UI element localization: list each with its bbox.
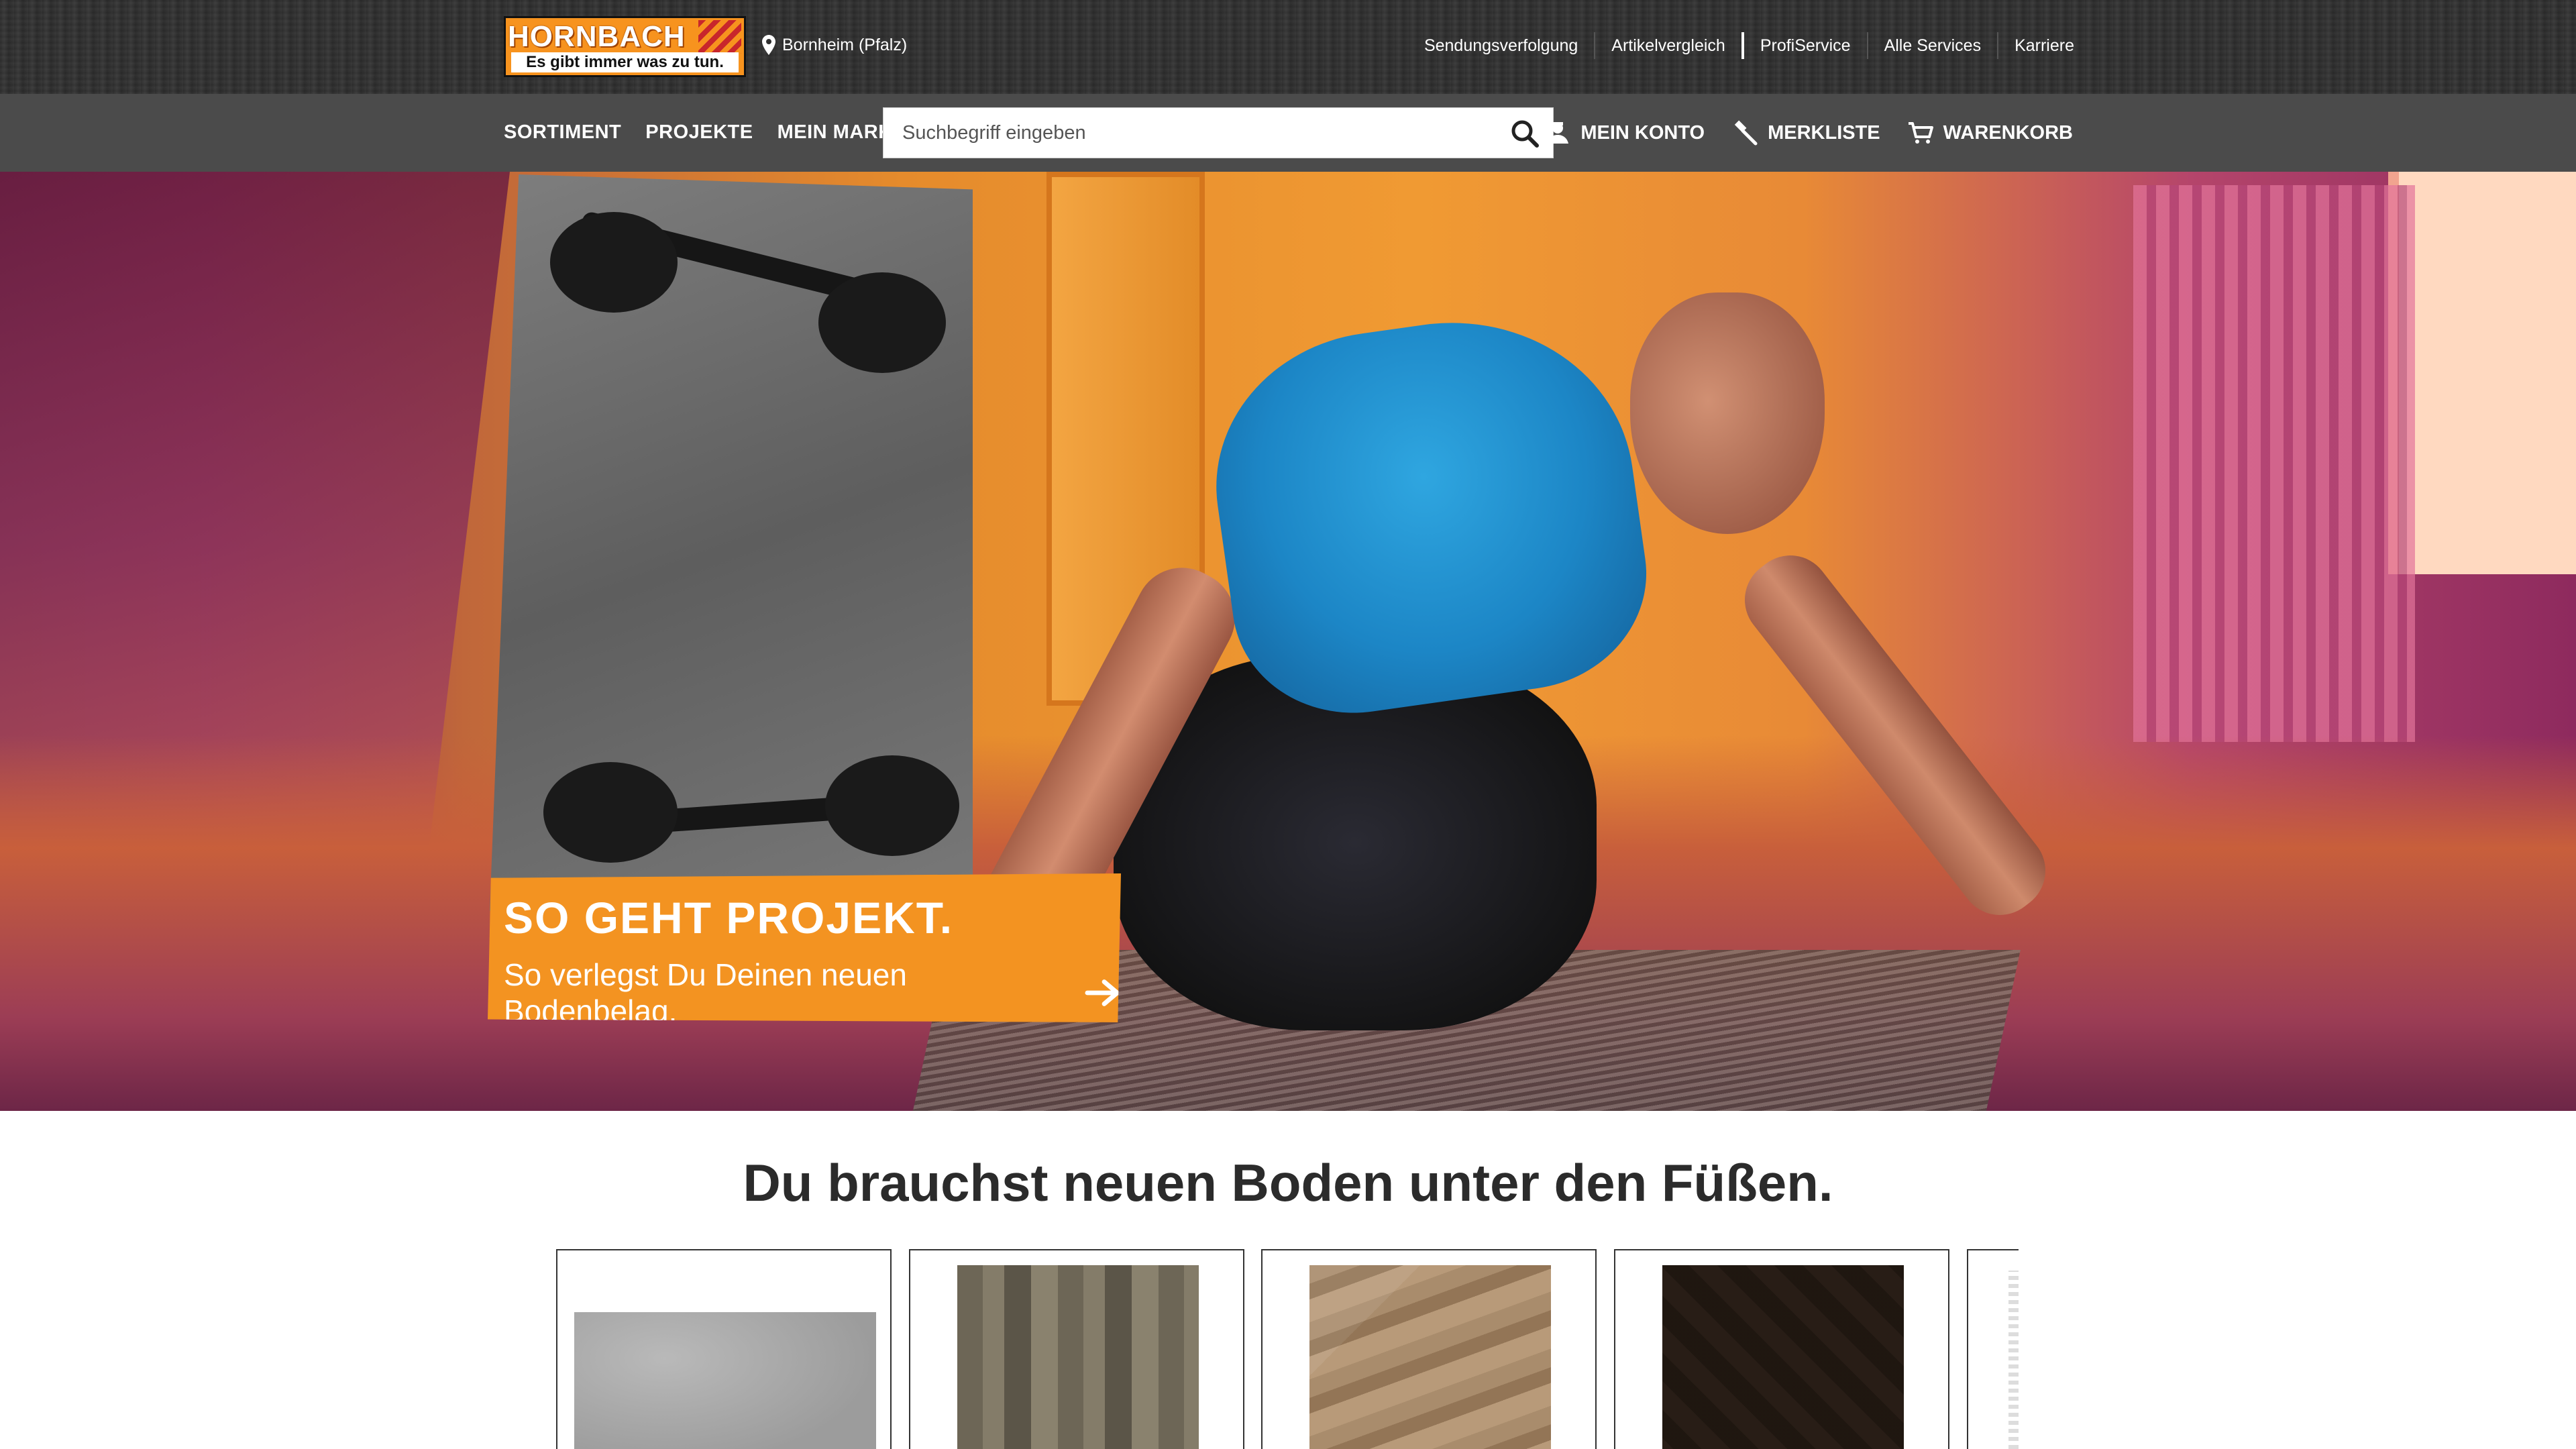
cart-label: WARENKORB (1943, 121, 2073, 144)
store-location[interactable]: Bornheim (Pfalz) (762, 35, 907, 55)
hero-worker-head (1630, 292, 1825, 534)
logo-slogan: Es gibt immer was zu tun. (511, 52, 739, 72)
main-menu: SORTIMENT PROJEKTE MEIN MARKT (504, 121, 905, 144)
product-card[interactable] (1261, 1249, 1597, 1449)
logo-brand: HORNBACH (508, 20, 694, 54)
link-alle-services[interactable]: Alle Services (1866, 32, 1998, 59)
arrow-right-icon (1085, 979, 1120, 1006)
user-icon (1547, 122, 1569, 144)
section-title: Du brauchst neuen Boden unter den Füßen. (743, 1153, 1833, 1212)
logo-stripes-icon (698, 20, 741, 54)
wishlist-label: MERKLISTE (1768, 121, 1880, 144)
hero-radiator (2133, 185, 2415, 742)
promo-subtitle: So verlegst Du Deinen neuen Bodenbelag. (504, 957, 907, 1028)
hornbach-logo[interactable]: HORNBACH Es gibt immer was zu tun. (504, 16, 746, 77)
cart-icon (1908, 122, 1933, 144)
account-label: MEIN KONTO (1580, 121, 1705, 144)
wishlist-link[interactable]: MERKLISTE (1731, 119, 1880, 146)
hero-window (2388, 172, 2576, 574)
concrete-tile-image (574, 1312, 876, 1449)
account-link[interactable]: MEIN KONTO (1544, 119, 1705, 146)
product-card[interactable] (1614, 1249, 1949, 1449)
hammer-icon (1734, 120, 1758, 146)
oak-wood-image (957, 1265, 1199, 1449)
search-icon[interactable] (1510, 119, 1540, 148)
hero-banner[interactable]: SO GEHT PROJEKT. So verlegst Du Deinen n… (0, 172, 2576, 1111)
cart-link[interactable]: WARENKORB (1907, 119, 2073, 146)
promo-link[interactable]: So verlegst Du Deinen neuen Bodenbelag. (504, 957, 1121, 1028)
search-box (883, 107, 1554, 158)
nav-sortiment[interactable]: SORTIMENT (504, 121, 621, 144)
user-menu: MEIN KONTO MERKLISTE WARENKORB (1544, 119, 2073, 146)
nav-projekte[interactable]: PROJEKTE (645, 121, 753, 144)
location-pin-icon (762, 35, 775, 55)
suction-cup (818, 272, 946, 373)
herringbone-parquet-image (1662, 1265, 1904, 1449)
laminate-image (1309, 1265, 1551, 1449)
link-artikelvergleich[interactable]: Artikelvergleich (1594, 32, 1741, 59)
service-links: Sendungsverfolgung Artikelvergleich Prof… (1408, 32, 2074, 59)
product-card-partial[interactable] (1967, 1249, 2019, 1449)
suction-cup (550, 212, 678, 313)
link-profiservice[interactable]: ProfiService (1741, 32, 1867, 59)
link-sendungsverfolgung[interactable]: Sendungsverfolgung (1408, 32, 1594, 59)
product-carousel (556, 1249, 2019, 1449)
location-label: Bornheim (Pfalz) (782, 35, 908, 54)
product-card[interactable] (909, 1249, 1244, 1449)
promo-title: SO GEHT PROJEKT. (504, 893, 954, 943)
main-nav-bar: SORTIMENT PROJEKTE MEIN MARKT MEIN KONTO… (0, 94, 2576, 172)
top-bar: HORNBACH Es gibt immer was zu tun. Bornh… (0, 0, 2576, 94)
suction-cup (825, 755, 959, 856)
hero-worker-shirt (1197, 299, 1661, 729)
link-karriere[interactable]: Karriere (1997, 32, 2074, 59)
search-input[interactable] (883, 108, 1487, 158)
promo-badge[interactable]: SO GEHT PROJEKT. So verlegst Du Deinen n… (488, 873, 1121, 1022)
partial-product-image (2008, 1271, 2019, 1449)
suction-cup (543, 762, 678, 863)
product-card[interactable] (556, 1249, 892, 1449)
